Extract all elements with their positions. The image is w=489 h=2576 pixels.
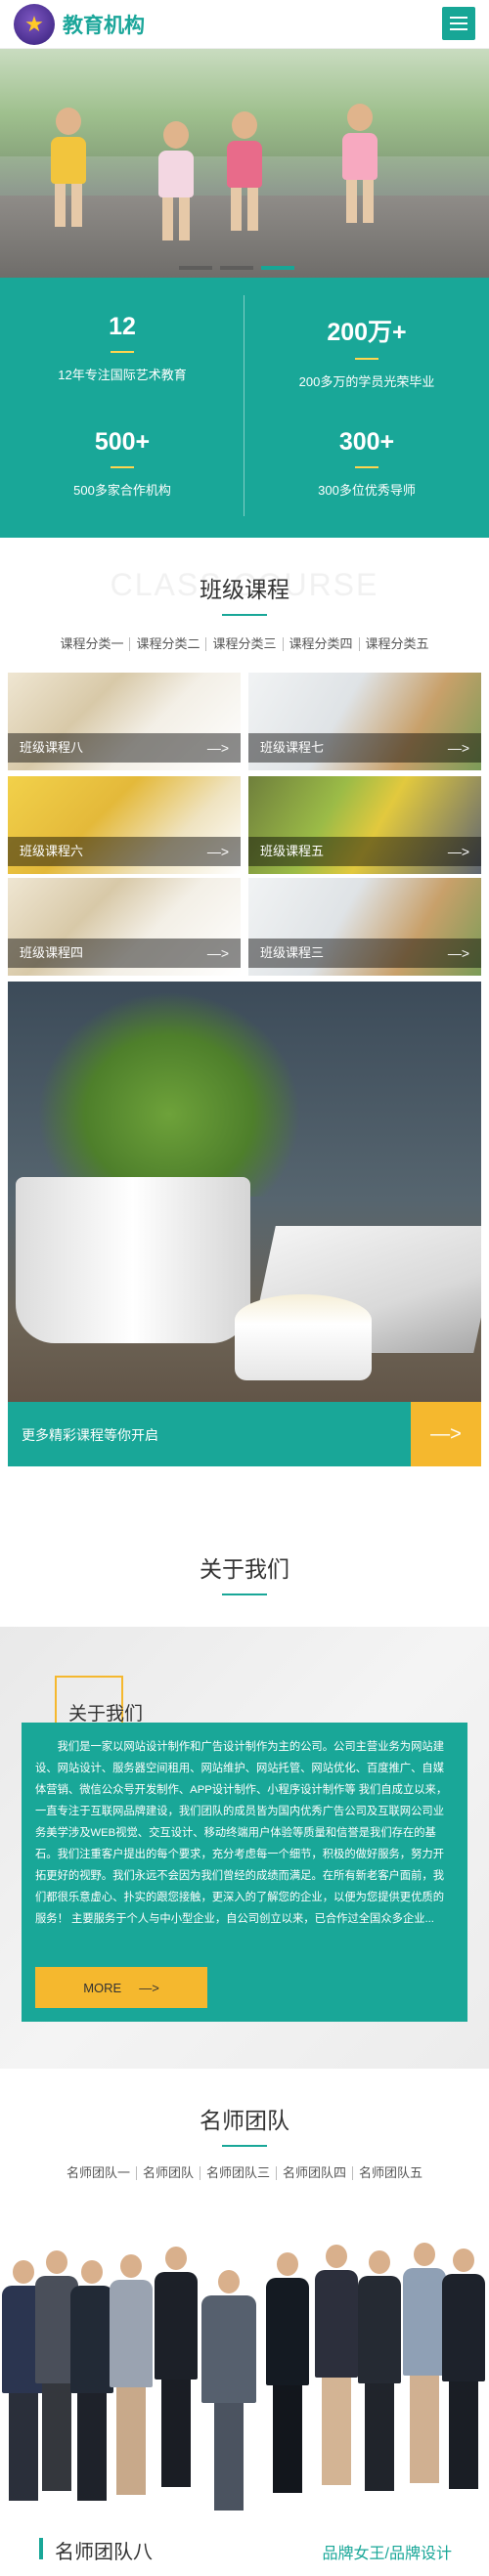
hamburger-icon <box>450 17 467 19</box>
more-button[interactable]: MORE —> <box>35 1967 207 2008</box>
child-figure <box>342 104 378 223</box>
child-figure <box>51 108 86 227</box>
course-card[interactable]: 班级课程六 —> <box>8 776 241 874</box>
stat-number: 300+ <box>338 428 395 456</box>
course-label: 班级课程四 <box>20 945 84 960</box>
about-card: 我们是一家以网站设计制作和广告设计制作为主的公司。公司主营业务为网站建设、网站设… <box>22 1723 467 2022</box>
star-icon: ★ <box>24 12 44 36</box>
stat-item: 12 12年专注国际艺术教育 <box>0 313 244 383</box>
section-title: 关于我们 <box>200 1556 289 1582</box>
arrow-icon: —> <box>447 945 469 961</box>
tab-course-2[interactable]: 课程分类二 <box>130 637 207 651</box>
stat-item: 200万+ 200多万的学员光荣毕业 <box>244 313 489 390</box>
person-figure <box>70 2260 113 2501</box>
about-body: 我们是一家以网站设计制作和广告设计制作为主的公司。公司主营业务为网站建设、网站设… <box>35 1741 448 1925</box>
tab-course-3[interactable]: 课程分类三 <box>206 637 284 651</box>
arrow-icon: —> <box>206 740 229 756</box>
tab-team-4[interactable]: 名师团队四 <box>277 2166 354 2180</box>
stats-section: 12 12年专注国际艺术教育 200万+ 200多万的学员光荣毕业 500+ 5… <box>0 278 489 538</box>
more-courses-bar[interactable]: 更多精彩课程等你开启 —> <box>8 1402 481 1466</box>
course-label: 班级课程五 <box>260 844 325 858</box>
person-figure <box>358 2250 401 2491</box>
arrow-right-icon: —> <box>139 1980 159 1995</box>
about-heading: 关于我们 <box>0 1550 489 1595</box>
brand-name[interactable]: 教育机构 <box>63 10 145 39</box>
about-label: 关于我们 <box>68 1704 144 1725</box>
stat-number: 200万+ <box>327 319 407 346</box>
arrow-right-icon[interactable]: —> <box>411 1402 481 1466</box>
carousel-dots <box>179 266 294 270</box>
featured-course[interactable]: 更多精彩课程等你开启 —> <box>8 982 481 1466</box>
site-header: ★ 教育机构 <box>0 0 489 49</box>
child-figure <box>227 111 262 231</box>
tab-course-1[interactable]: 课程分类一 <box>54 637 131 651</box>
course-card[interactable]: 班级课程五 —> <box>248 776 481 874</box>
team-photo <box>0 2215 489 2520</box>
tab-team-3[interactable]: 名师团队三 <box>200 2166 277 2180</box>
logo-icon[interactable]: ★ <box>14 4 55 45</box>
tab-team-2[interactable]: 名师团队 <box>137 2166 200 2180</box>
person-figure <box>315 2245 358 2485</box>
carousel-dot[interactable] <box>220 266 253 270</box>
course-label: 班级课程三 <box>260 945 325 960</box>
hero-banner[interactable] <box>0 49 489 278</box>
person-figure <box>442 2249 485 2489</box>
course-tabs: 课程分类一 课程分类二 课程分类三 课程分类四 课程分类五 <box>0 637 489 651</box>
arrow-icon: —> <box>206 844 229 859</box>
arrow-icon: —> <box>447 844 469 859</box>
menu-button[interactable] <box>442 7 475 40</box>
tab-course-5[interactable]: 课程分类五 <box>360 637 435 651</box>
course-label: 班级课程七 <box>260 740 325 755</box>
course-card[interactable]: 班级课程四 —> <box>8 878 241 976</box>
more-courses-text: 更多精彩课程等你开启 <box>22 1427 158 1443</box>
course-card[interactable]: 班级课程八 —> <box>8 673 241 770</box>
tab-team-5[interactable]: 名师团队五 <box>353 2166 428 2180</box>
child-figure <box>158 121 194 240</box>
team-tabs: 名师团队一 名师团队 名师团队三 名师团队四 名师团队五 <box>0 2166 489 2180</box>
tab-team-1[interactable]: 名师团队一 <box>61 2166 137 2180</box>
stat-number: 12 <box>109 313 136 340</box>
stat-number: 500+ <box>94 428 151 456</box>
person-figure <box>266 2252 309 2493</box>
tab-course-4[interactable]: 课程分类四 <box>284 637 360 651</box>
stat-text: 500多家合作机构 <box>73 483 171 498</box>
stat-text: 200多万的学员光荣毕业 <box>298 374 435 389</box>
stat-text: 300多位优秀导师 <box>318 483 416 498</box>
team-heading: 名师团队 <box>0 2102 489 2147</box>
person-figure <box>155 2247 198 2487</box>
arrow-icon: —> <box>447 740 469 756</box>
team-member-bar: 名师团队八 品牌女王/品牌设计 <box>0 2520 489 2576</box>
arrow-icon: —> <box>206 945 229 961</box>
stat-text: 12年专注国际艺术教育 <box>58 368 187 382</box>
person-figure <box>201 2270 256 2511</box>
team-member-name: 名师团队八 <box>55 2542 153 2563</box>
team-member-role: 品牌女王/品牌设计 <box>322 2546 452 2562</box>
stat-item: 300+ 300多位优秀导师 <box>244 428 489 499</box>
section-title: 名师团队 <box>200 2108 289 2133</box>
carousel-dot-active[interactable] <box>261 266 294 270</box>
course-label: 班级课程八 <box>20 740 84 755</box>
person-figure <box>403 2243 446 2483</box>
section-title: 班级课程 <box>200 577 289 602</box>
carousel-dot[interactable] <box>179 266 212 270</box>
stat-item: 500+ 500多家合作机构 <box>0 428 244 499</box>
course-card[interactable]: 班级课程七 —> <box>248 673 481 770</box>
courses-heading: CLASS COURSE 班级课程 <box>0 567 489 616</box>
person-figure <box>110 2254 153 2495</box>
course-label: 班级课程六 <box>20 844 84 858</box>
course-card[interactable]: 班级课程三 —> <box>248 878 481 976</box>
